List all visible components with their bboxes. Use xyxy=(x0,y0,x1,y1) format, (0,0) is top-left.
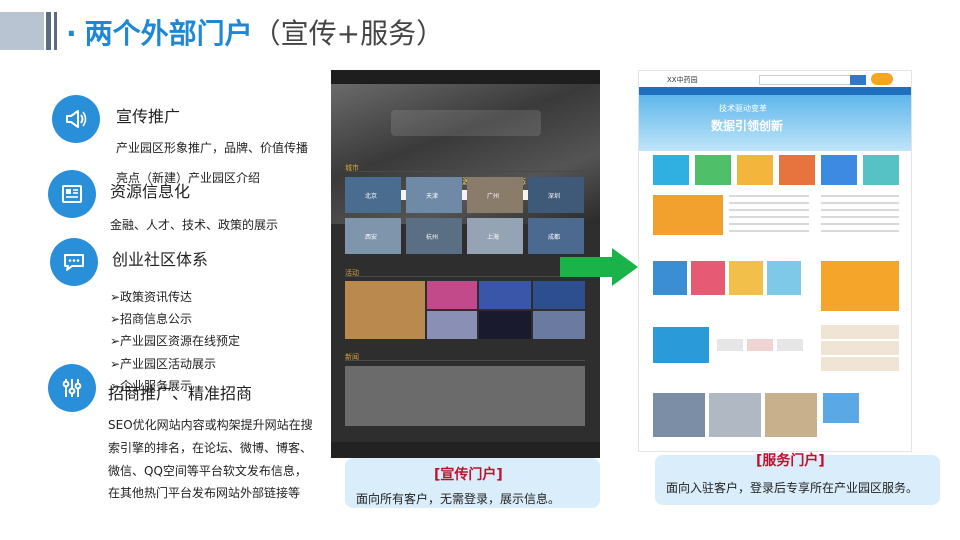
city-label: 广州 xyxy=(487,193,500,200)
title-paren: （宣传+服务） xyxy=(252,17,445,50)
section-title-resources: 资源信息化 xyxy=(110,182,191,201)
news-feature-image xyxy=(653,195,723,235)
activity-photo xyxy=(427,311,477,339)
service-tile xyxy=(695,155,731,185)
badge xyxy=(871,73,893,85)
facility-card xyxy=(823,393,859,423)
activity-photo xyxy=(479,311,531,339)
service-tile xyxy=(863,155,899,185)
news-list xyxy=(821,195,899,235)
service-portal-screenshot: XX中药园 技术驱动变革 数据引领创新 xyxy=(638,70,912,452)
facility-photo xyxy=(709,393,761,437)
hero-logo-block xyxy=(391,110,541,136)
portal-navbar xyxy=(639,87,911,95)
title-main: 两个外部门户 xyxy=(84,17,253,50)
megaphone-icon xyxy=(52,95,100,143)
portal-search-button xyxy=(850,75,866,85)
list-item: ➢产业园区活动展示 xyxy=(110,357,217,371)
city-tile: 天津 xyxy=(406,177,462,213)
banner-line1: 技术驱动变革 xyxy=(719,104,767,113)
portal-search-input xyxy=(759,75,851,85)
sliders-icon xyxy=(48,364,96,412)
header-decor-bar xyxy=(54,12,57,50)
event-image xyxy=(691,261,725,295)
bank-logo xyxy=(777,339,803,351)
caption-title-service: [服务门户] xyxy=(756,453,825,469)
service-tile xyxy=(653,155,689,185)
section-title-investment: 招商推广、精准招商 xyxy=(108,384,253,403)
service-tile xyxy=(737,155,773,185)
activity-photo xyxy=(479,281,531,309)
city-tile: 广州 xyxy=(467,177,523,213)
bank-logo xyxy=(747,339,773,351)
section-text: 产业园区形象推广，品牌、价值传播 xyxy=(116,141,309,155)
city-label: 深圳 xyxy=(548,193,561,200)
portal-logo: XX中药园 xyxy=(667,76,698,84)
divider xyxy=(345,171,585,172)
service-tile xyxy=(821,155,857,185)
city-tile: 杭州 xyxy=(406,218,462,254)
facility-photo xyxy=(653,393,705,437)
arrow-right-icon xyxy=(560,248,638,286)
city-tile: 深圳 xyxy=(528,177,584,213)
activity-feature xyxy=(345,281,425,339)
bank-logo xyxy=(717,339,743,351)
facility-photo xyxy=(765,393,817,437)
section-title-community: 创业社区体系 xyxy=(112,250,209,269)
caption-title-promotion: [宣传门户] xyxy=(434,467,503,483)
section-text: 在其他热门平台发布网站外部链接等 xyxy=(108,486,301,500)
finance-logo xyxy=(653,327,709,363)
city-label: 成都 xyxy=(548,234,561,241)
portal-footer xyxy=(331,442,600,458)
event-image xyxy=(653,261,687,295)
city-tile: 上海 xyxy=(467,218,523,254)
title-bullet: · xyxy=(66,17,77,50)
city-label: 天津 xyxy=(426,193,439,200)
banner-line2: 数据引领创新 xyxy=(711,119,784,133)
caption-text-service: 面向入驻客户，登录后专享所在产业园区服务。 xyxy=(666,481,919,495)
city-label: 北京 xyxy=(365,193,378,200)
service-tile xyxy=(779,155,815,185)
city-label: 上海 xyxy=(487,234,500,241)
section-text: SEO优化网站内容或构架提升网站在搜 xyxy=(108,418,313,432)
activity-photo xyxy=(427,281,477,309)
news-list xyxy=(729,195,809,235)
divider xyxy=(345,276,585,277)
section-title-promotion: 宣传推广 xyxy=(116,107,181,126)
page-title: · 两个外部门户（宣传+服务） xyxy=(66,12,444,52)
list-item: ➢政策资讯传达 xyxy=(110,290,193,304)
section-text: 微信、QQ空间等平台软文发布信息， xyxy=(108,464,307,478)
header-decor-block xyxy=(0,12,44,50)
section-text: 索引擎的排名，在论坛、微博、博客、 xyxy=(108,441,313,455)
caption-text-promotion: 面向所有客户，无需登录，展示信息。 xyxy=(356,492,561,506)
promo-card xyxy=(821,261,899,311)
newspaper-icon xyxy=(48,170,96,218)
city-label: 杭州 xyxy=(426,234,439,241)
activity-photo xyxy=(533,311,585,339)
event-image xyxy=(729,261,763,295)
city-tile: 西安 xyxy=(345,218,401,254)
section-text: 金融、人才、技术、政策的展示 xyxy=(110,218,279,232)
list-item: ➢产业园区资源在线预定 xyxy=(110,334,241,348)
news-panel xyxy=(345,366,585,426)
city-label: 西安 xyxy=(365,234,378,241)
header-decor-bar xyxy=(46,12,51,50)
list-item: ➢招商信息公示 xyxy=(110,312,193,326)
city-tile: 北京 xyxy=(345,177,401,213)
divider xyxy=(345,360,585,361)
chat-icon xyxy=(50,238,98,286)
event-image xyxy=(767,261,801,295)
portal-topbar xyxy=(331,70,600,84)
people-list xyxy=(821,325,899,373)
